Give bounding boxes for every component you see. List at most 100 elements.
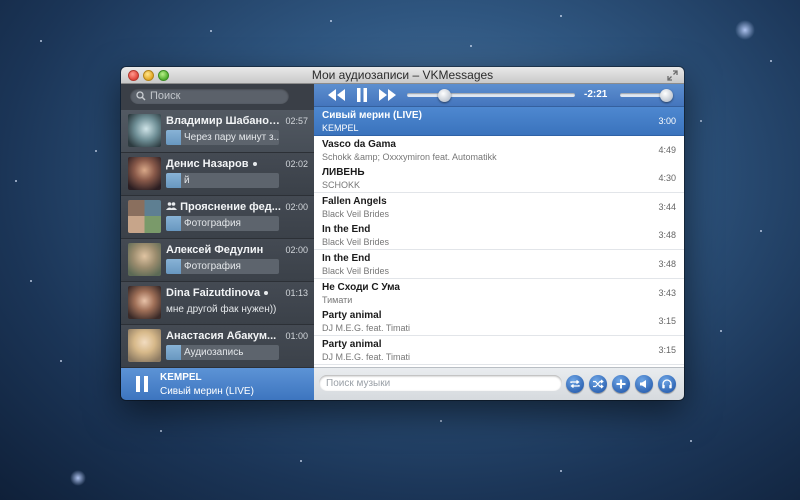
track-duration: 4:49 [658, 144, 676, 155]
progress-knob[interactable] [437, 89, 451, 102]
track-row[interactable]: Не Сходи С Ума Тимати 3:43 [314, 278, 684, 308]
fullscreen-icon[interactable] [667, 70, 678, 81]
player-controls: -2:21 [314, 84, 684, 107]
conversation-name: Анастасия Абакум... [166, 330, 277, 342]
now-playing-artist: KEMPEL [160, 372, 202, 383]
track-title: Fallen Angels [322, 195, 387, 207]
sidebar-search-input[interactable] [150, 88, 285, 104]
group-avatar [128, 200, 161, 233]
track-row[interactable]: Party animal DJ M.E.G. feat. Timati 3:15 [314, 335, 684, 365]
shuffle-button[interactable] [589, 375, 607, 393]
track-list: Сивый мерин (LIVE) KEMPEL 3:00 Vasco da Gam… [314, 107, 684, 367]
track-duration: 3:44 [658, 201, 676, 212]
music-search-box[interactable] [319, 375, 562, 391]
track-title: ЛИВЕНЬ [322, 167, 365, 179]
repeat-button[interactable] [566, 375, 584, 393]
conversation-time: 02:57 [285, 116, 308, 126]
sidebar: Владимир Шабанов 02:57 Через пару минут … [121, 84, 314, 400]
app-window: Мои аудиозаписи – VKMessages Владимир Ша… [121, 67, 684, 400]
avatar [128, 243, 161, 276]
repeat-icon [570, 379, 580, 389]
conversation-time: 02:00 [285, 202, 308, 212]
conversation-name: Алексей Федулин [166, 244, 264, 256]
volume-knob[interactable] [660, 89, 673, 102]
title-bar: Мои аудиозаписи – VKMessages [121, 67, 684, 84]
track-row[interactable]: Сивый мерин (LIVE) KEMPEL 3:00 [314, 107, 684, 136]
sender-avatar [166, 216, 181, 231]
track-artist: SCHOKK [322, 180, 361, 191]
time-remaining: -2:21 [584, 89, 608, 100]
track-row[interactable]: In the End Black Veil Brides 3:48 [314, 250, 684, 279]
group-chat-icon [166, 202, 177, 210]
add-track-button[interactable] [612, 375, 630, 393]
headphones-button[interactable] [658, 375, 676, 393]
sender-avatar [166, 130, 181, 145]
avatar [128, 286, 161, 319]
conversation-item[interactable]: Анастасия Абакум... 01:00 Аудиозапись [121, 325, 314, 368]
track-artist: KEMPEL [322, 123, 359, 133]
track-artist: Тимати [322, 294, 353, 305]
conversation-list: Владимир Шабанов 02:57 Через пару минут … [121, 110, 314, 368]
conversation-preview: Фотография [166, 216, 279, 231]
conversation-time: 01:00 [285, 331, 308, 341]
track-row[interactable]: Vasco da Gama Schokk &amp; Oxxxymiron fea… [314, 135, 684, 165]
volume-slider[interactable] [620, 89, 673, 102]
track-title: In the End [322, 253, 371, 264]
progress-slider[interactable] [407, 89, 575, 102]
conversation-time: 02:02 [285, 159, 308, 169]
online-indicator [252, 162, 257, 167]
conversation-preview: Аудиозапись [166, 345, 279, 360]
track-duration: 3:48 [658, 259, 676, 269]
sender-avatar [166, 173, 181, 188]
track-artist: Schokk &amp; Oxxxymiron feat. Automatikk [322, 151, 497, 162]
broadcast-icon [640, 380, 646, 388]
track-duration: 3:15 [658, 316, 676, 327]
conversation-item[interactable]: Владимир Шабанов 02:57 Через пару минут … [121, 110, 314, 153]
track-row[interactable]: In the End Black Veil Brides 3:48 [314, 221, 684, 251]
sidebar-search-area [121, 84, 314, 110]
track-title: Сивый мерин (LIVE) [322, 110, 422, 121]
broadcast-button[interactable] [635, 375, 653, 393]
conversation-item[interactable]: Алексей Федулин 02:00 Фотография [121, 239, 314, 282]
window-title: Мои аудиозаписи – VKMessages [311, 68, 494, 82]
conversation-preview: Через пару минут з... [166, 130, 279, 145]
pause-icon[interactable] [134, 376, 150, 392]
track-duration: 3:15 [658, 344, 676, 355]
conversation-item[interactable]: Денис Назаров 02:02 й [121, 153, 314, 196]
avatar [128, 329, 161, 362]
track-duration: 3:43 [658, 287, 676, 298]
sender-avatar [166, 345, 181, 360]
conversation-name: Dina Faizutdinova [166, 287, 281, 299]
track-duration: 3:00 [658, 116, 676, 126]
conversation-item[interactable]: Прояснение фед... 02:00 Фотография [121, 196, 314, 239]
track-title: In the End [322, 224, 371, 236]
conversation-preview: мне другой фак нужен)) [166, 304, 277, 315]
track-title: Не Сходи С Ума [322, 281, 400, 293]
pause-icon[interactable] [356, 88, 368, 102]
music-search-input[interactable] [326, 375, 554, 391]
conversation-item[interactable]: Dina Faizutdinova 01:13 мне другой фак н… [121, 282, 314, 325]
sidebar-search-box[interactable] [130, 88, 289, 104]
track-duration: 3:48 [658, 230, 676, 241]
conversation-name: Владимир Шабанов [166, 115, 281, 127]
bottom-toolbar [314, 367, 684, 400]
conversation-time: 01:13 [285, 288, 308, 298]
track-duration: 4:30 [658, 173, 676, 184]
track-row[interactable]: Fallen Angels Black Veil Brides 3:44 [314, 192, 684, 222]
track-artist: DJ M.E.G. feat. Timati [322, 351, 411, 362]
track-row[interactable]: ЛИВЕНЬ SCHOKK 4:30 [314, 164, 684, 194]
shuffle-icon [593, 379, 604, 389]
avatar [128, 157, 161, 190]
online-indicator [264, 291, 269, 296]
now-playing-bar[interactable]: KEMPEL Сивый мерин (LIVE) [121, 368, 314, 400]
track-row[interactable]: Party animal DJ M.E.G. feat. Timati 3:15 [314, 307, 684, 337]
previous-track-icon[interactable] [326, 88, 346, 102]
add-icon [616, 379, 626, 389]
conversation-preview: Фотография [166, 259, 279, 274]
next-track-icon[interactable] [378, 88, 398, 102]
conversation-name: Денис Назаров [166, 158, 281, 170]
track-artist: DJ M.E.G. feat. Timati [322, 323, 411, 334]
sender-avatar [166, 259, 181, 274]
track-title: Party animal [322, 310, 382, 322]
avatar [128, 114, 161, 147]
